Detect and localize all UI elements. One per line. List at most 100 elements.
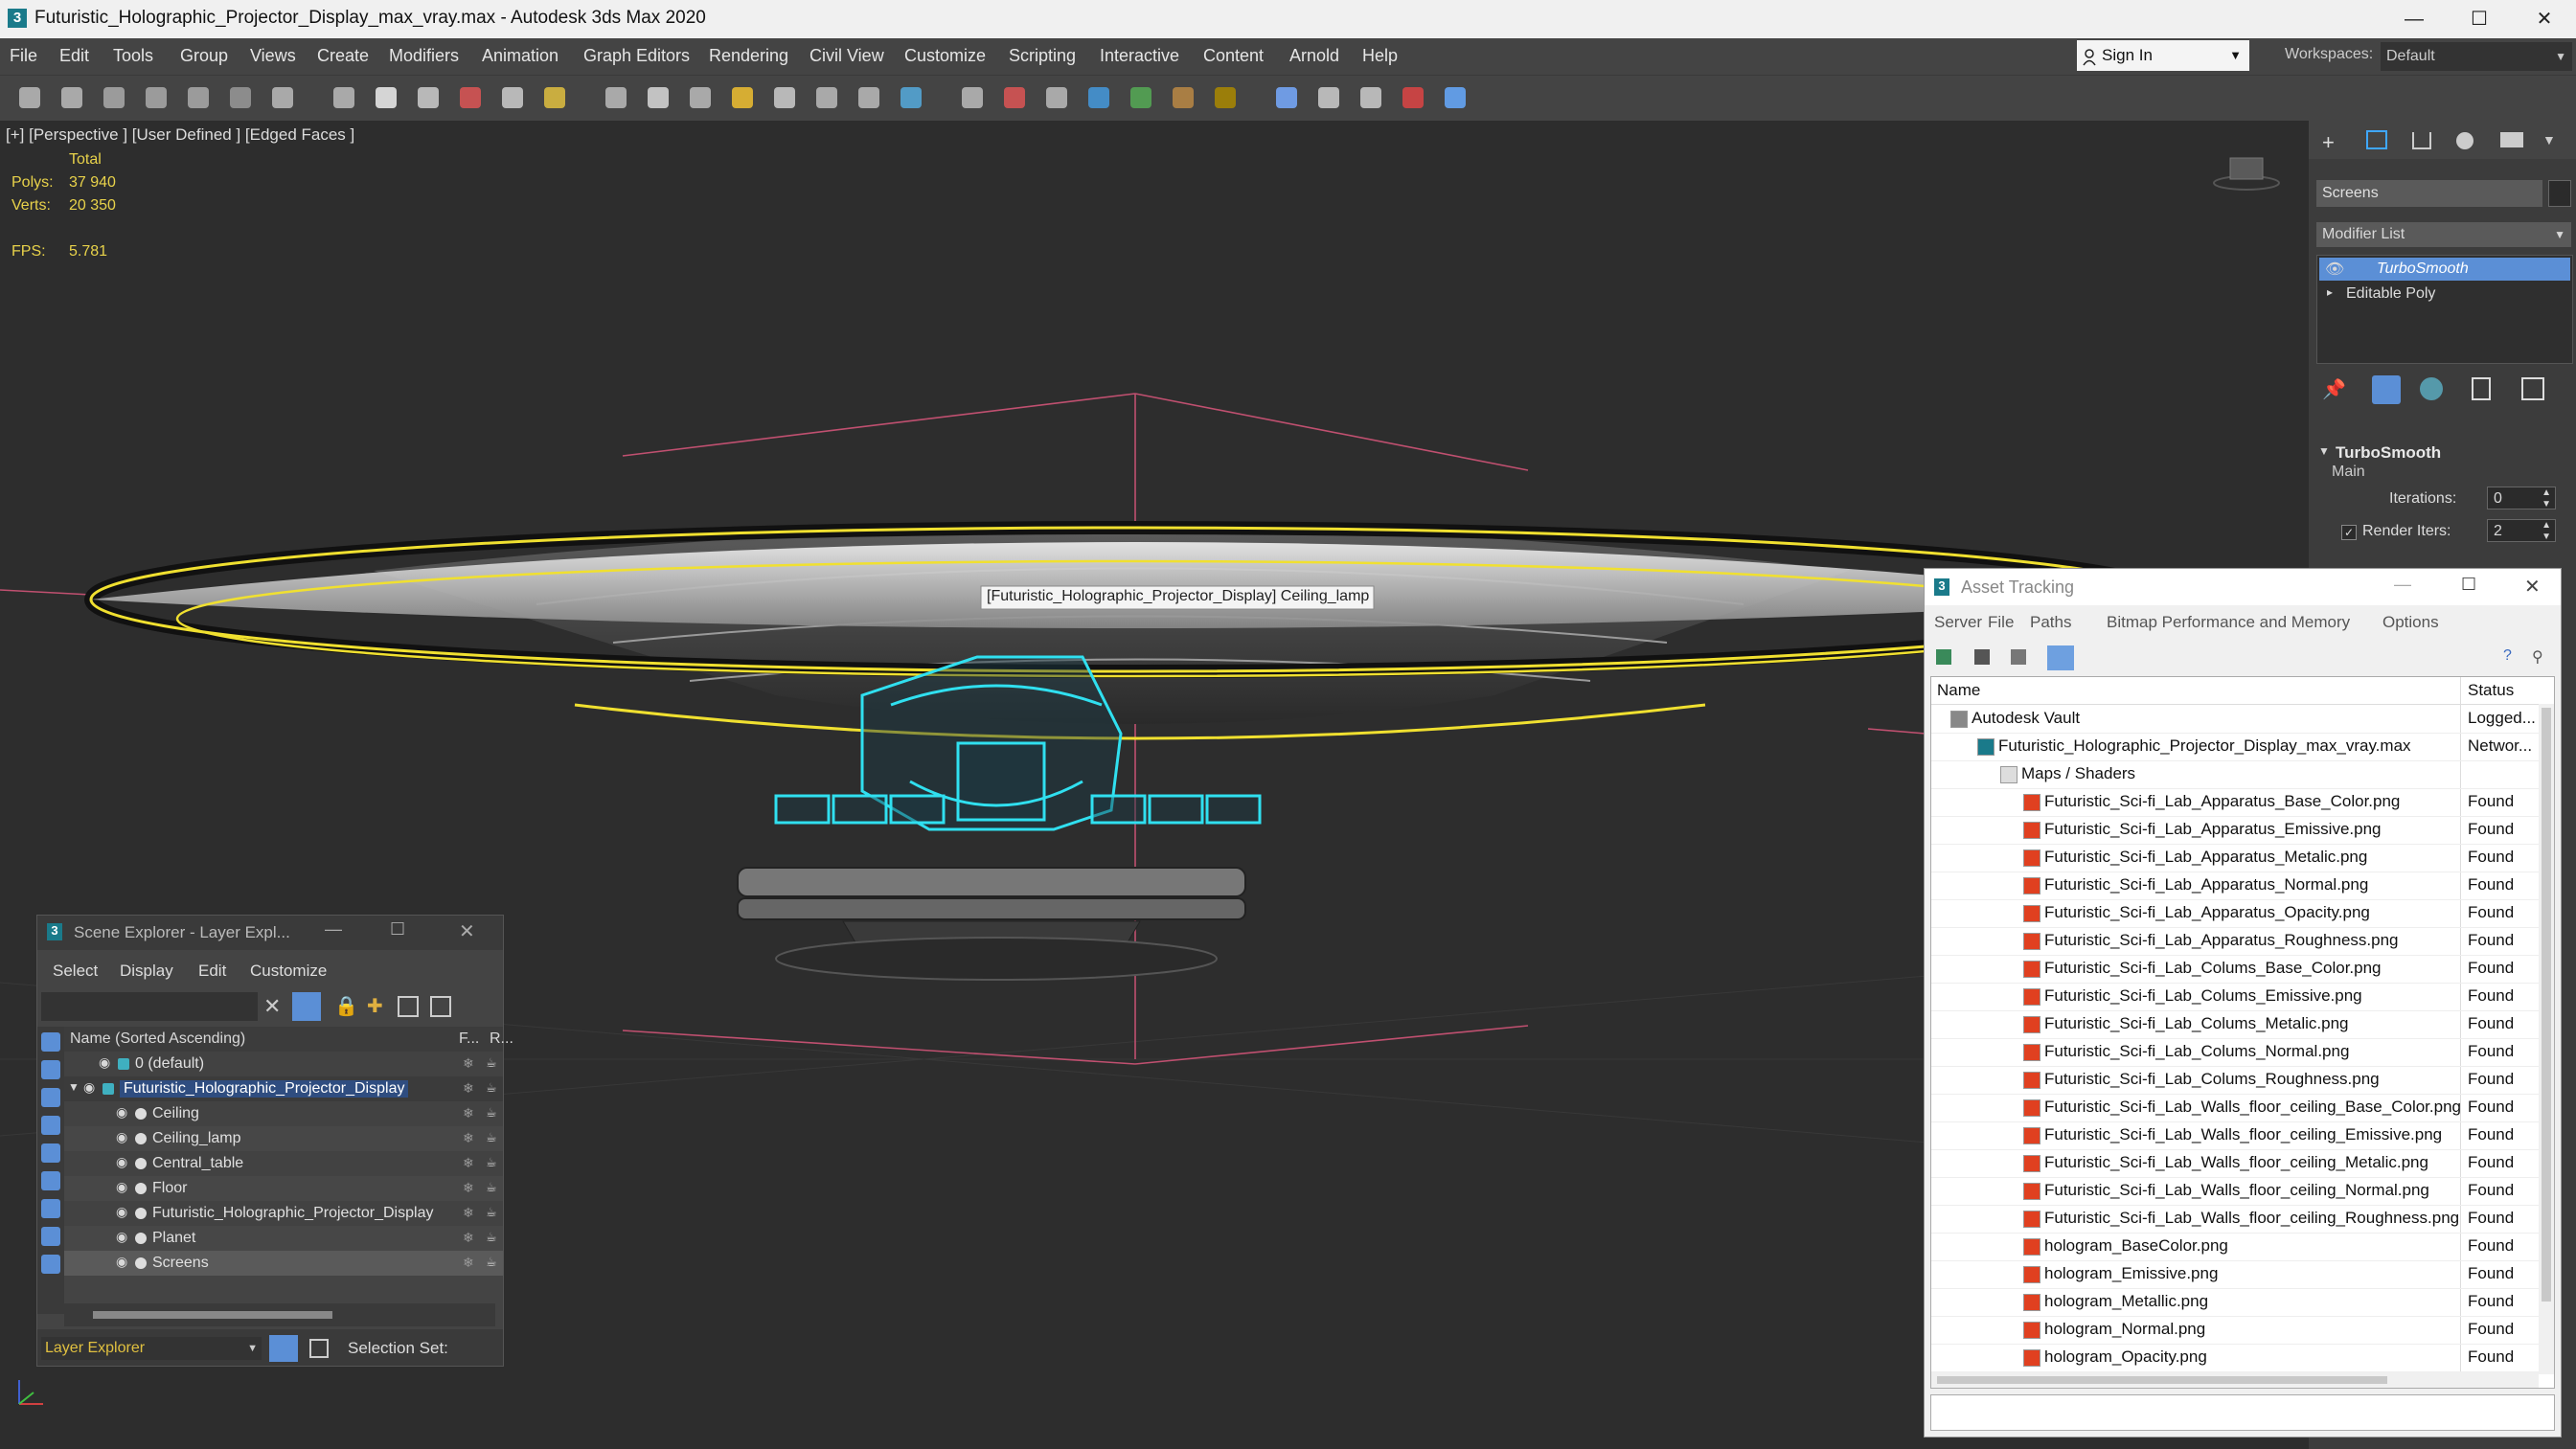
reference-coordinate-icon[interactable] bbox=[605, 87, 627, 108]
visibility-eye-icon[interactable]: ◉ bbox=[116, 1179, 127, 1195]
curve-editor-icon[interactable] bbox=[1130, 87, 1151, 108]
scene-explorer-titlebar[interactable]: 3 Scene Explorer - Layer Expl... — ☐ ✕ bbox=[37, 916, 503, 950]
percent-snap-icon[interactable] bbox=[816, 87, 837, 108]
horizontal-scrollbar[interactable] bbox=[64, 1303, 495, 1326]
minimize-button[interactable]: — bbox=[325, 919, 342, 940]
layer-row[interactable]: ▼ ◉ Futuristic_Holographic_Projector_Displ… bbox=[64, 1076, 503, 1101]
layer-row[interactable]: ◉ Futuristic_Holographic_Projector_Displa… bbox=[64, 1201, 503, 1226]
freeze-icon[interactable]: ❄ bbox=[463, 1155, 474, 1171]
menu-scripting[interactable]: Scripting bbox=[1009, 46, 1076, 66]
layer-row[interactable]: ◉ Planet ❄ ☕ bbox=[64, 1226, 503, 1251]
maximize-button[interactable]: ☐ bbox=[390, 919, 405, 940]
edit-named-selection-icon[interactable] bbox=[900, 87, 922, 108]
menu-help[interactable]: Help bbox=[1362, 46, 1398, 66]
help-icon[interactable]: ? bbox=[2503, 647, 2512, 665]
visibility-eye-icon[interactable]: ◉ bbox=[116, 1154, 127, 1170]
freeze-icon[interactable]: ❄ bbox=[463, 1205, 474, 1221]
asset-row[interactable]: Futuristic_Sci-fi_Lab_Colums_Emissive.pn… bbox=[1931, 983, 2539, 1011]
display-groups-icon[interactable] bbox=[41, 1199, 60, 1218]
menu-file[interactable]: File bbox=[10, 46, 37, 66]
asset-row[interactable]: Futuristic_Sci-fi_Lab_Walls_floor_ceilin… bbox=[1931, 1121, 2539, 1150]
scene-explorer-menu-display[interactable]: Display bbox=[120, 962, 173, 981]
menu-civil-view[interactable]: Civil View bbox=[809, 46, 884, 66]
menu-views[interactable]: Views bbox=[250, 46, 296, 66]
layer-row[interactable]: ◉ 0 (default) ❄ ☕ bbox=[64, 1052, 503, 1076]
asset-row[interactable]: hologram_Normal.png Found bbox=[1931, 1316, 2539, 1345]
pivot-center-icon[interactable] bbox=[648, 87, 669, 108]
modifier-stack-item-turbosmooth[interactable]: 👁 TurboSmooth bbox=[2319, 258, 2570, 281]
visibility-eye-icon[interactable]: ◉ bbox=[99, 1054, 110, 1071]
pin-icon[interactable]: ⚲ bbox=[2532, 647, 2543, 667]
scene-explorer-menu-select[interactable]: Select bbox=[53, 962, 98, 981]
spinner-snap-icon[interactable] bbox=[858, 87, 879, 108]
visibility-eye-icon[interactable]: ◉ bbox=[116, 1104, 127, 1121]
asset-row[interactable]: Futuristic_Sci-fi_Lab_Colums_Normal.png F… bbox=[1931, 1038, 2539, 1067]
keyboard-shortcut-icon[interactable] bbox=[690, 87, 711, 108]
rectangle-select-icon[interactable] bbox=[376, 87, 397, 108]
chevron-down-icon[interactable]: ▼ bbox=[2542, 132, 2556, 147]
menu-modifiers[interactable]: Modifiers bbox=[389, 46, 459, 66]
display-space-warps-icon[interactable] bbox=[41, 1171, 60, 1190]
display-helpers-icon[interactable] bbox=[41, 1143, 60, 1163]
configure-modifier-sets-icon[interactable] bbox=[2521, 377, 2544, 400]
asset-row[interactable]: hologram_BaseColor.png Found bbox=[1931, 1233, 2539, 1261]
asset-row[interactable]: Futuristic_Sci-fi_Lab_Apparatus_Metalic.… bbox=[1931, 844, 2539, 872]
renderable-teapot-icon[interactable]: ☕ bbox=[486, 1180, 497, 1195]
menu-arnold[interactable]: Arnold bbox=[1289, 46, 1339, 66]
minimize-button[interactable]: — bbox=[2394, 575, 2411, 595]
freeze-icon[interactable]: ❄ bbox=[463, 1055, 474, 1072]
freeze-icon[interactable]: ❄ bbox=[463, 1230, 474, 1246]
menu-edit[interactable]: Edit bbox=[59, 46, 89, 66]
asset-tracking-titlebar[interactable]: 3 Asset Tracking — ☐ ✕ bbox=[1925, 569, 2561, 605]
maximize-button[interactable]: ☐ bbox=[2461, 575, 2476, 595]
show-end-result-icon[interactable] bbox=[2372, 375, 2401, 404]
renderable-teapot-icon[interactable]: ☕ bbox=[486, 1155, 497, 1170]
asset-row[interactable]: Futuristic_Sci-fi_Lab_Apparatus_Emissive… bbox=[1931, 816, 2539, 845]
freeze-icon[interactable]: ❄ bbox=[463, 1130, 474, 1146]
layer-explorer-icon[interactable] bbox=[269, 1335, 298, 1362]
asset-row[interactable]: Futuristic_Sci-fi_Lab_Apparatus_Opacity.… bbox=[1931, 899, 2539, 928]
display-lights-icon[interactable] bbox=[41, 1088, 60, 1107]
visibility-eye-icon[interactable]: ◉ bbox=[116, 1254, 127, 1270]
status-column-header[interactable]: Status bbox=[2468, 677, 2514, 704]
close-button[interactable]: ✕ bbox=[2516, 2, 2573, 36]
table-view-icon[interactable] bbox=[2047, 645, 2074, 670]
render-column-header[interactable]: R... bbox=[490, 1027, 513, 1052]
renderable-teapot-icon[interactable]: ☕ bbox=[486, 1080, 497, 1096]
asset-row[interactable]: hologram_Emissive.png Found bbox=[1931, 1260, 2539, 1289]
modifier-list-dropdown[interactable]: Modifier List ▼ bbox=[2316, 222, 2571, 247]
remove-modifier-icon[interactable] bbox=[2472, 377, 2491, 400]
menu-rendering[interactable]: Rendering bbox=[709, 46, 788, 66]
select-by-name-icon[interactable] bbox=[333, 87, 354, 108]
display-cameras-icon[interactable] bbox=[41, 1116, 60, 1135]
asset-menu-options[interactable]: Options bbox=[2382, 613, 2439, 632]
snap-toggle-icon[interactable] bbox=[732, 87, 753, 108]
scrollbar-thumb[interactable] bbox=[2542, 708, 2551, 1302]
unlink-icon[interactable] bbox=[146, 87, 167, 108]
menu-create[interactable]: Create bbox=[317, 46, 369, 66]
toggle-layer-explorer-icon[interactable] bbox=[1088, 87, 1109, 108]
render-setup-icon[interactable] bbox=[1276, 87, 1297, 108]
layer-row[interactable]: ◉ Central_table ❄ ☕ bbox=[64, 1151, 503, 1176]
asset-row[interactable]: Futuristic_Sci-fi_Lab_Walls_floor_ceilin… bbox=[1931, 1177, 2539, 1206]
minimize-button[interactable]: — bbox=[2385, 2, 2443, 36]
make-unique-icon[interactable] bbox=[2420, 377, 2443, 400]
clear-search-icon[interactable]: ✕ bbox=[263, 994, 281, 1019]
object-color-swatch[interactable] bbox=[2548, 180, 2571, 207]
align-icon[interactable] bbox=[1004, 87, 1025, 108]
freeze-column-header[interactable]: F... bbox=[459, 1027, 479, 1052]
renderable-teapot-icon[interactable]: ☕ bbox=[486, 1255, 497, 1270]
window-crossing-icon[interactable] bbox=[418, 87, 439, 108]
scene-explorer-menu-edit[interactable]: Edit bbox=[198, 962, 226, 981]
menu-group[interactable]: Group bbox=[180, 46, 228, 66]
select-object-icon[interactable] bbox=[272, 87, 293, 108]
name-column-header[interactable]: Name (Sorted Ascending) bbox=[70, 1027, 245, 1052]
display-geometry-icon[interactable] bbox=[41, 1032, 60, 1052]
hierarchy-icon[interactable] bbox=[430, 996, 451, 1017]
asset-menu-file[interactable]: File bbox=[1988, 613, 2014, 632]
asset-row[interactable]: hologram_Opacity.png Found bbox=[1931, 1344, 2539, 1372]
undo-icon[interactable] bbox=[19, 87, 40, 108]
tree-view-icon[interactable] bbox=[2011, 649, 2026, 665]
scene-explorer-icon[interactable] bbox=[309, 1339, 329, 1358]
redo-icon[interactable] bbox=[61, 87, 82, 108]
